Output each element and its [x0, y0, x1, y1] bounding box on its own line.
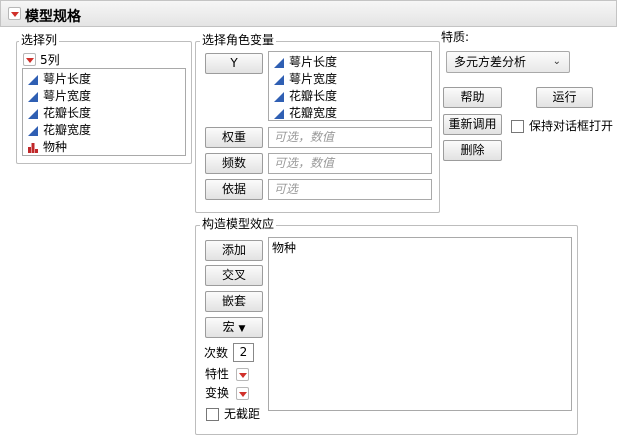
select-columns-label: 选择列 — [19, 33, 60, 47]
continuous-icon — [28, 126, 38, 136]
macros-button[interactable]: 宏 ▼ — [205, 317, 263, 338]
no-intercept-label: 无截距 — [224, 407, 261, 421]
y-button[interactable]: Y — [205, 53, 263, 74]
effect-item[interactable]: 物种 — [272, 240, 296, 257]
help-button[interactable]: 帮助 — [443, 87, 502, 108]
add-button[interactable]: 添加 — [205, 240, 263, 261]
transform-menu-icon[interactable] — [236, 387, 249, 400]
nominal-icon — [28, 143, 38, 153]
recall-button[interactable]: 重新调用 — [443, 114, 502, 135]
remove-button[interactable]: 删除 — [443, 140, 502, 161]
degree-label: 次数 — [204, 346, 229, 360]
by-field[interactable]: 可选 — [268, 179, 432, 200]
continuous-icon — [28, 92, 38, 102]
columns-menu-icon[interactable] — [23, 53, 36, 66]
freq-field[interactable]: 可选，数值 — [268, 153, 432, 174]
title-bar: 模型规格 — [0, 0, 617, 27]
macros-label: 宏 — [222, 320, 235, 334]
roles-label: 选择角色变量 — [200, 33, 277, 47]
personality-select[interactable]: 多元方差分析 ⌄ — [446, 51, 570, 73]
personality-label: 特质: — [441, 30, 470, 44]
by-button[interactable]: 依据 — [205, 179, 263, 200]
no-intercept-checkbox[interactable] — [206, 408, 219, 421]
keep-dialog-checkbox[interactable] — [511, 120, 524, 133]
effects-label: 构造模型效应 — [200, 217, 277, 231]
keep-dialog-label: 保持对话框打开 — [529, 119, 614, 133]
personality-value: 多元方差分析 — [454, 55, 527, 69]
cross-button[interactable]: 交叉 — [205, 265, 263, 286]
attributes-menu-icon[interactable] — [236, 368, 249, 381]
columns-list[interactable]: 萼片长度 萼片宽度 花瓣长度 花瓣宽度 物种 — [22, 68, 186, 156]
caret-down-icon: ▼ — [238, 324, 246, 334]
freq-button[interactable]: 频数 — [205, 153, 263, 174]
weight-field[interactable]: 可选，数值 — [268, 127, 432, 148]
attributes-label: 特性 — [205, 367, 230, 381]
nest-button[interactable]: 嵌套 — [205, 291, 263, 312]
chevron-down-icon: ⌄ — [552, 56, 561, 67]
y-list[interactable]: 萼片长度 萼片宽度 花瓣长度 花瓣宽度 — [268, 51, 432, 121]
continuous-icon — [28, 75, 38, 85]
continuous-icon — [28, 109, 38, 119]
effects-list[interactable]: 物种 — [268, 237, 572, 411]
continuous-icon — [274, 109, 284, 119]
continuous-icon — [274, 75, 284, 85]
weight-button[interactable]: 权重 — [205, 127, 263, 148]
continuous-icon — [274, 92, 284, 102]
run-button[interactable]: 运行 — [536, 87, 593, 108]
column-count: 5列 — [40, 53, 60, 67]
transform-label: 变换 — [205, 386, 230, 400]
continuous-icon — [274, 58, 284, 68]
disclosure-icon[interactable] — [8, 7, 21, 20]
dialog-title: 模型规格 — [25, 9, 81, 25]
degree-input[interactable]: 2 — [233, 343, 254, 362]
